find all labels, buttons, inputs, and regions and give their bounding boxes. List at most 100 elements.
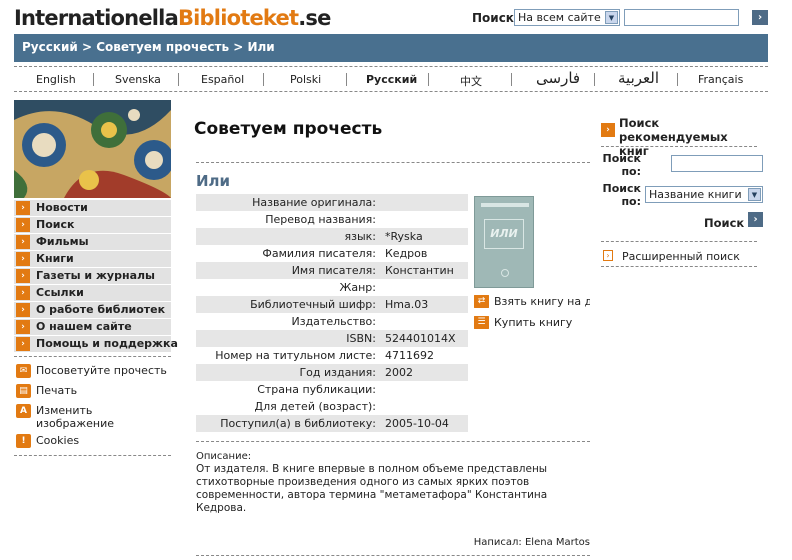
detail-label: Перевод названия: [265, 213, 376, 226]
detail-value: 4711692 [385, 349, 434, 362]
search-input[interactable] [624, 9, 739, 26]
divider [14, 455, 171, 456]
search-label: Поиск: [472, 11, 519, 25]
search-by-label: Поиск по: [602, 182, 641, 208]
book-cover-image[interactable]: ИЛИ [474, 196, 534, 288]
lang-russian[interactable]: Русский [366, 73, 417, 86]
search-field-select[interactable]: Название книги ▼ [645, 186, 763, 203]
author-note: Написал: Elena Martos [473, 537, 590, 548]
lang-francais[interactable]: Français [698, 73, 743, 86]
nav-item-about-libraries[interactable]: › О работе библиотек [14, 302, 171, 318]
detail-row: Жанр: [196, 279, 468, 296]
lang-polski[interactable]: Polski [290, 73, 321, 86]
nav-item-news[interactable]: › Новости [14, 200, 171, 216]
search-scope-select[interactable]: На всем сайте ▼ [514, 9, 620, 26]
arrow-right-icon: › [16, 201, 30, 215]
detail-row: Номер на титульном листе: 4711692 [196, 347, 468, 364]
search-scope-value: На всем сайте [518, 11, 601, 24]
lang-english[interactable]: English [36, 73, 76, 86]
tool-label: Печать [36, 384, 78, 397]
detail-row: ISBN: 524401014X [196, 330, 468, 347]
detail-label: Год издания: [299, 366, 376, 379]
tool-cookies[interactable]: ! Cookies [14, 434, 80, 448]
lang-chinese[interactable]: 中文 [460, 73, 482, 89]
lang-farsi[interactable]: فارسی [536, 69, 580, 87]
detail-row: Перевод названия: [196, 211, 468, 228]
lang-divider [594, 73, 595, 86]
description-label: Описание: [196, 451, 252, 462]
chevron-down-icon: ▼ [748, 188, 761, 201]
logo-text-2: Biblioteket [177, 6, 299, 30]
mail-icon: ✉ [16, 364, 31, 378]
arrow-right-icon: › [16, 303, 30, 317]
search-go-button[interactable]: › [752, 10, 768, 25]
nav-label: Ссылки [36, 286, 84, 299]
detail-row: Имя писателя: Константин [196, 262, 468, 279]
detail-value: 2005-10-04 [385, 417, 449, 430]
nav-item-search[interactable]: › Поиск [14, 217, 171, 233]
cover-decoration [501, 269, 509, 277]
divider [601, 146, 757, 147]
detail-row: Фамилия писателя: Кедров [196, 245, 468, 262]
nav-item-help[interactable]: › Помощь и поддержка [14, 336, 178, 352]
tool-change-image[interactable]: A Изменить изображение [14, 404, 124, 430]
borrow-book-link[interactable]: ⇄ Взять книгу на д [474, 295, 590, 308]
detail-label: Название оригинала: [252, 196, 376, 209]
detail-label: Номер на титульном листе: [215, 349, 376, 362]
advanced-search-link[interactable]: › Расширенный поиск [601, 250, 740, 263]
detail-value: Hma.03 [385, 298, 429, 311]
site-logo[interactable]: InternationellaBiblioteket.se [14, 6, 331, 30]
detail-value: *Ryska [385, 230, 423, 243]
nav-label: Фильмы [36, 235, 89, 248]
nav-item-newspapers[interactable]: › Газеты и журналы [14, 268, 171, 284]
lang-divider [428, 73, 429, 86]
hero-tile-image [14, 100, 171, 198]
arrow-right-icon: › [16, 252, 30, 266]
recommended-search-label[interactable]: Поиск [704, 216, 744, 230]
cover-decoration [481, 203, 529, 207]
font-size-icon: A [16, 404, 31, 418]
divider [196, 162, 590, 163]
recommended-search-input[interactable] [671, 155, 763, 172]
detail-label: Имя писателя: [291, 264, 376, 277]
book-title: Или [196, 172, 231, 190]
arrow-right-icon: › [16, 218, 30, 232]
detail-value: 524401014X [385, 332, 456, 345]
buy-book-link[interactable]: ☰ Купить книгу [474, 316, 590, 329]
lang-divider [677, 73, 678, 86]
recommended-search-button[interactable]: › [748, 212, 763, 227]
language-bar: English Svenska Español Polski Русский 中… [14, 66, 768, 92]
nav-item-books[interactable]: › Книги [14, 251, 171, 267]
arrow-right-icon: › [16, 269, 30, 283]
lang-divider [511, 73, 512, 86]
print-icon: ▤ [16, 384, 31, 398]
cart-icon: ☰ [474, 316, 489, 329]
nav-label: Газеты и журналы [36, 269, 155, 282]
lang-espanol[interactable]: Español [201, 73, 244, 86]
tool-label: Cookies [36, 434, 80, 447]
arrow-right-icon: › [16, 235, 30, 249]
breadcrumb: Русский > Советуем прочесть > Или [14, 34, 768, 62]
detail-row: язык: *Ryska [196, 228, 468, 245]
divider [14, 356, 171, 357]
arrow-right-icon: › [601, 123, 615, 137]
tool-print[interactable]: ▤ Печать [14, 384, 78, 398]
lang-svenska[interactable]: Svenska [115, 73, 161, 86]
arrow-right-icon: › [16, 286, 30, 300]
nav-item-films[interactable]: › Фильмы [14, 234, 171, 250]
nav-item-links[interactable]: › Ссылки [14, 285, 171, 301]
detail-value: 2002 [385, 366, 413, 379]
page-title: Советуем прочесть [194, 119, 383, 139]
lang-divider [346, 73, 347, 86]
tool-recommend[interactable]: ✉ Посоветуйте прочесть [14, 364, 167, 378]
detail-label: язык: [344, 230, 376, 243]
lang-arabic[interactable]: العربية [618, 69, 659, 87]
nav-item-about-site[interactable]: › О нашем сайте [14, 319, 171, 335]
detail-row: Библиотечный шифр: Hma.03 [196, 296, 468, 313]
detail-label: Страна публикации: [257, 383, 376, 396]
detail-label: Издательство: [291, 315, 377, 328]
detail-row: Название оригинала: [196, 194, 468, 211]
arrow-right-icon: › [603, 250, 613, 261]
arrow-right-icon: › [16, 337, 30, 351]
lang-divider [263, 73, 264, 86]
